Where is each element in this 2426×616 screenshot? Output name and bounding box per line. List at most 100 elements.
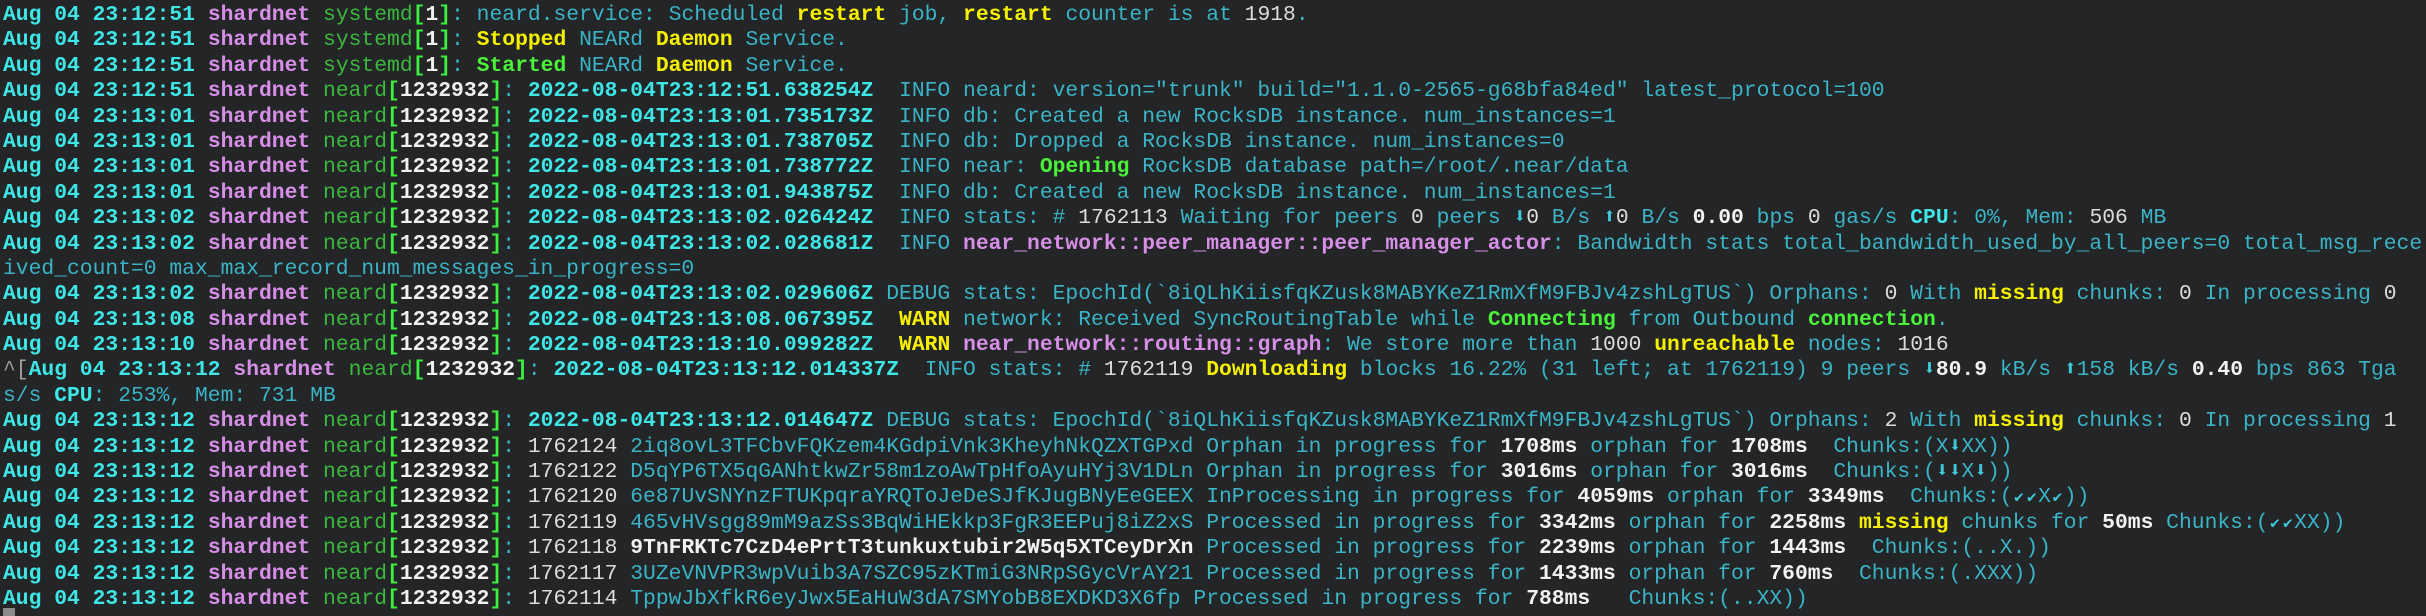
log-pid: 1232932 bbox=[399, 333, 490, 358]
log-pid: 1232932 bbox=[399, 409, 490, 434]
log-message-text: )) bbox=[1986, 460, 2013, 485]
log-highlight: restart bbox=[796, 3, 887, 27]
log-message-text: Chunks:(..XX)) bbox=[1590, 586, 1808, 611]
log-message-text: Chunks:(X bbox=[1807, 434, 1949, 459]
log-pid: 1232932 bbox=[399, 129, 490, 154]
log-message-text: INFO stats: # bbox=[873, 206, 1079, 231]
terminal-log-output[interactable]: Aug 04 23:12:51 shardnet systemd[1]: nea… bbox=[3, 3, 2422, 612]
log-value: 0 bbox=[1807, 206, 1821, 231]
log-timestamp: Aug 04 23:13:12 bbox=[3, 510, 195, 535]
log-highlight: Downloading bbox=[1206, 358, 1348, 383]
checkmark-icon: ✔ bbox=[2026, 489, 2037, 508]
log-value: 0 bbox=[2178, 409, 2192, 434]
separator: : bbox=[502, 155, 528, 180]
log-line: Aug 04 23:13:12 shardnet neard[1232932]:… bbox=[3, 511, 2422, 536]
log-message-text: : Bandwidth stats total_bandwidth_used_b… bbox=[1551, 231, 2423, 256]
log-process-name: neard bbox=[323, 409, 388, 434]
log-hostname: shardnet bbox=[207, 485, 311, 510]
separator: : bbox=[502, 282, 528, 307]
pid-bracket: ] bbox=[489, 282, 503, 307]
separator: : bbox=[502, 409, 528, 434]
separator: : bbox=[502, 434, 528, 459]
separator: : bbox=[527, 358, 554, 383]
log-pid: 1232932 bbox=[399, 485, 490, 510]
log-value: 2239ms bbox=[1539, 536, 1616, 561]
log-message-text: 6e87UvSNYnzFTUKpqraYRQToJeDeSJfKJugBNyEe… bbox=[617, 485, 1578, 510]
pid-bracket: [ bbox=[387, 409, 400, 434]
arrow-down-icon: ⬇ bbox=[1948, 434, 1962, 459]
log-process-name: neard bbox=[323, 282, 388, 307]
log-pid: 1232932 bbox=[399, 155, 490, 180]
log-line: Aug 04 23:13:10 shardnet neard[1232932]:… bbox=[3, 333, 2422, 358]
log-highlight: restart bbox=[963, 3, 1053, 27]
separator: : bbox=[502, 231, 528, 256]
log-process-name: neard bbox=[323, 460, 388, 485]
log-value: 0.40 bbox=[2191, 358, 2244, 383]
log-message-text: CPU bbox=[1910, 206, 1949, 231]
log-message-text: )) bbox=[2063, 485, 2090, 510]
pid-bracket: ] bbox=[489, 206, 503, 231]
log-hostname: shardnet bbox=[233, 358, 336, 383]
log-line: Aug 04 23:13:12 shardnet neard[1232932]:… bbox=[3, 562, 2422, 587]
log-process-name: neard bbox=[323, 104, 388, 129]
pid-bracket: [ bbox=[387, 129, 400, 154]
pid-bracket: [ bbox=[387, 333, 400, 358]
log-line: Aug 04 23:13:01 shardnet neard[1232932]:… bbox=[3, 155, 2422, 180]
log-highlight: unreachable bbox=[1654, 333, 1796, 358]
log-message-text: 2022-08-04T23:13:01.943875Z bbox=[527, 180, 874, 205]
pid-bracket: [ bbox=[387, 282, 400, 307]
log-value: 1016 bbox=[1897, 333, 1949, 358]
log-timestamp: Aug 04 23:13:08 bbox=[3, 307, 195, 332]
log-timestamp: Aug 04 23:13:02 bbox=[3, 206, 195, 231]
log-message-text: X bbox=[2038, 485, 2051, 510]
log-hostname: shardnet bbox=[207, 307, 311, 332]
log-hostname: shardnet bbox=[207, 282, 311, 307]
log-highlight: Stopped bbox=[476, 28, 567, 53]
log-value: 0 bbox=[1411, 206, 1424, 231]
pid-bracket: [ bbox=[412, 358, 426, 383]
log-message-text: RocksDB database path=/root/.near/data bbox=[1129, 155, 1629, 180]
terminal-cursor bbox=[3, 608, 15, 616]
log-pid: 1232932 bbox=[399, 434, 490, 459]
separator: : bbox=[502, 586, 528, 611]
log-value: 506 bbox=[2089, 206, 2128, 231]
log-line: Aug 04 23:13:02 shardnet neard[1232932]:… bbox=[3, 282, 2422, 307]
separator: : bbox=[502, 307, 528, 332]
pid-bracket: [ bbox=[387, 206, 400, 231]
pid-bracket: ] bbox=[438, 28, 452, 53]
pid-bracket: ] bbox=[489, 129, 503, 154]
log-message-text: counter is at bbox=[1052, 3, 1245, 27]
log-message-text: orphan for bbox=[1654, 485, 1808, 510]
log-pid: 1 bbox=[425, 3, 439, 27]
log-value: 80.9 bbox=[1935, 358, 1988, 383]
log-timestamp: Aug 04 23:13:12 bbox=[3, 536, 195, 561]
log-message-text: s/s bbox=[3, 383, 55, 408]
log-pid: 1232932 bbox=[425, 358, 516, 383]
log-value: 1443ms bbox=[1769, 536, 1847, 561]
log-value: 50ms bbox=[2102, 510, 2154, 535]
pid-bracket: ] bbox=[489, 434, 503, 459]
log-message-text: DEBUG stats: EpochId(`8iQLhKiisfqKZusk8M… bbox=[873, 409, 1885, 434]
log-message-text: INFO db: Created a new RocksDB instance.… bbox=[873, 180, 1616, 205]
log-hostname: shardnet bbox=[207, 434, 311, 459]
log-line: Aug 04 23:12:51 shardnet systemd[1]: Sta… bbox=[3, 54, 2422, 79]
log-message-text: DEBUG stats: EpochId(`8iQLhKiisfqKZusk8M… bbox=[873, 282, 1885, 307]
log-pid: 1 bbox=[425, 28, 439, 53]
log-highlight: Daemon bbox=[655, 28, 733, 53]
log-message-text: TppwJbXfkR6eyJwx5EaHuW3dA7SMYobB8EXDKD3X… bbox=[617, 586, 1527, 611]
log-message-text: 2022-08-04T23:13:02.028681Z bbox=[527, 231, 874, 256]
log-pid: 1232932 bbox=[399, 104, 490, 129]
